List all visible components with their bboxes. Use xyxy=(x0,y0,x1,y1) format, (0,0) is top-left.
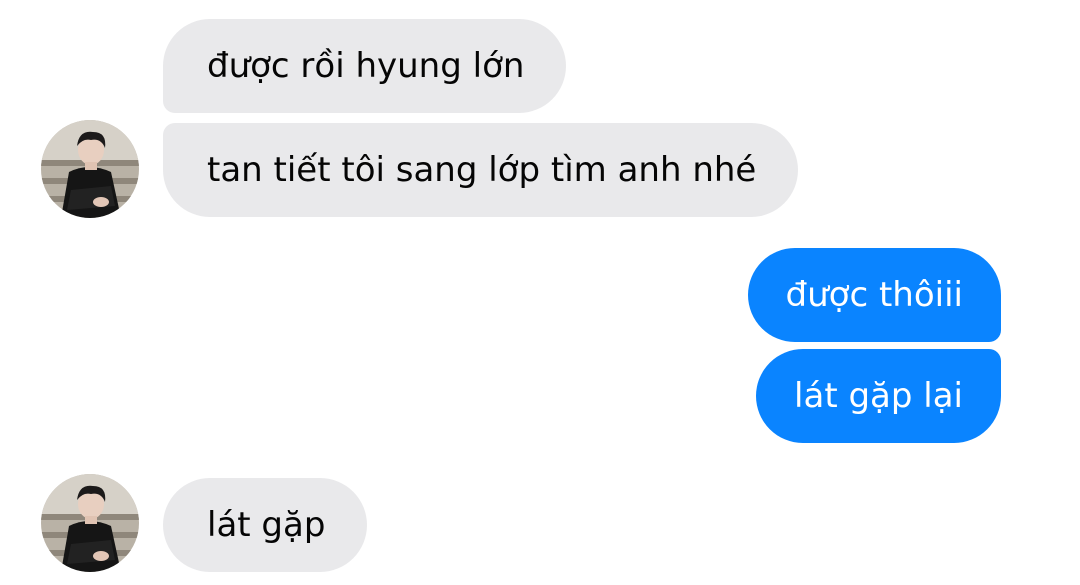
message-text: được thôiii xyxy=(785,275,963,315)
incoming-message-bubble[interactable]: được rồi hyung lớn xyxy=(163,19,567,113)
outgoing-message-bubble[interactable]: được thôiii xyxy=(747,248,1001,342)
avatar-photo-icon xyxy=(41,120,139,218)
message-thread: được rồi hyung lớn tan tiết tôi sang lớp… xyxy=(0,0,1080,585)
message-text: lát gặp lại xyxy=(794,376,963,416)
outgoing-message-bubble[interactable]: lát gặp lại xyxy=(756,349,1001,443)
incoming-message-bubble[interactable]: tan tiết tôi sang lớp tìm anh nhé xyxy=(163,123,799,217)
message-text: lát gặp xyxy=(207,505,326,545)
contact-avatar[interactable] xyxy=(41,120,139,218)
message-text: được rồi hyung lớn xyxy=(207,46,525,86)
message-text: tan tiết tôi sang lớp tìm anh nhé xyxy=(207,150,757,190)
contact-avatar[interactable] xyxy=(41,474,139,572)
incoming-message-bubble[interactable]: lát gặp xyxy=(163,478,368,572)
avatar-photo-icon xyxy=(41,474,139,572)
